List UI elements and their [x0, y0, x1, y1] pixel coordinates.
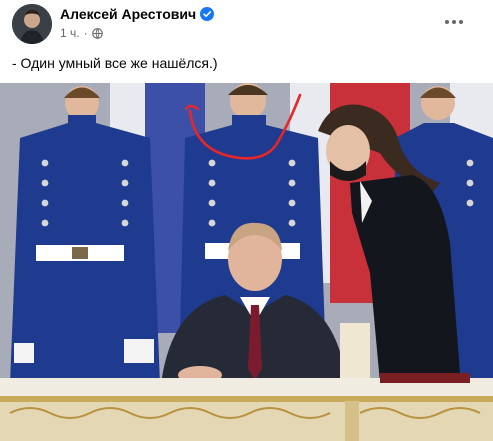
post-text: - Один умный все же нашёлся.): [12, 55, 218, 71]
avatar-image: [12, 4, 52, 44]
post-photo[interactable]: [0, 83, 493, 441]
more-options-icon[interactable]: [441, 12, 467, 32]
author-line: Алексей Арестович: [60, 6, 215, 22]
verified-badge-icon: [200, 7, 215, 21]
photo-scene: [0, 83, 493, 441]
meta-separator: ·: [83, 26, 88, 40]
post-meta: 1 ч. ·: [60, 26, 103, 40]
post-timestamp[interactable]: 1 ч.: [60, 26, 80, 40]
author-name[interactable]: Алексей Арестович: [60, 6, 196, 22]
facebook-post: Алексей Арестович 1 ч. · - Один умный вс…: [0, 0, 493, 441]
more-dot: [445, 20, 449, 24]
globe-icon[interactable]: [91, 27, 103, 39]
author-avatar[interactable]: [12, 4, 52, 44]
more-dot: [452, 20, 456, 24]
more-dot: [459, 20, 463, 24]
